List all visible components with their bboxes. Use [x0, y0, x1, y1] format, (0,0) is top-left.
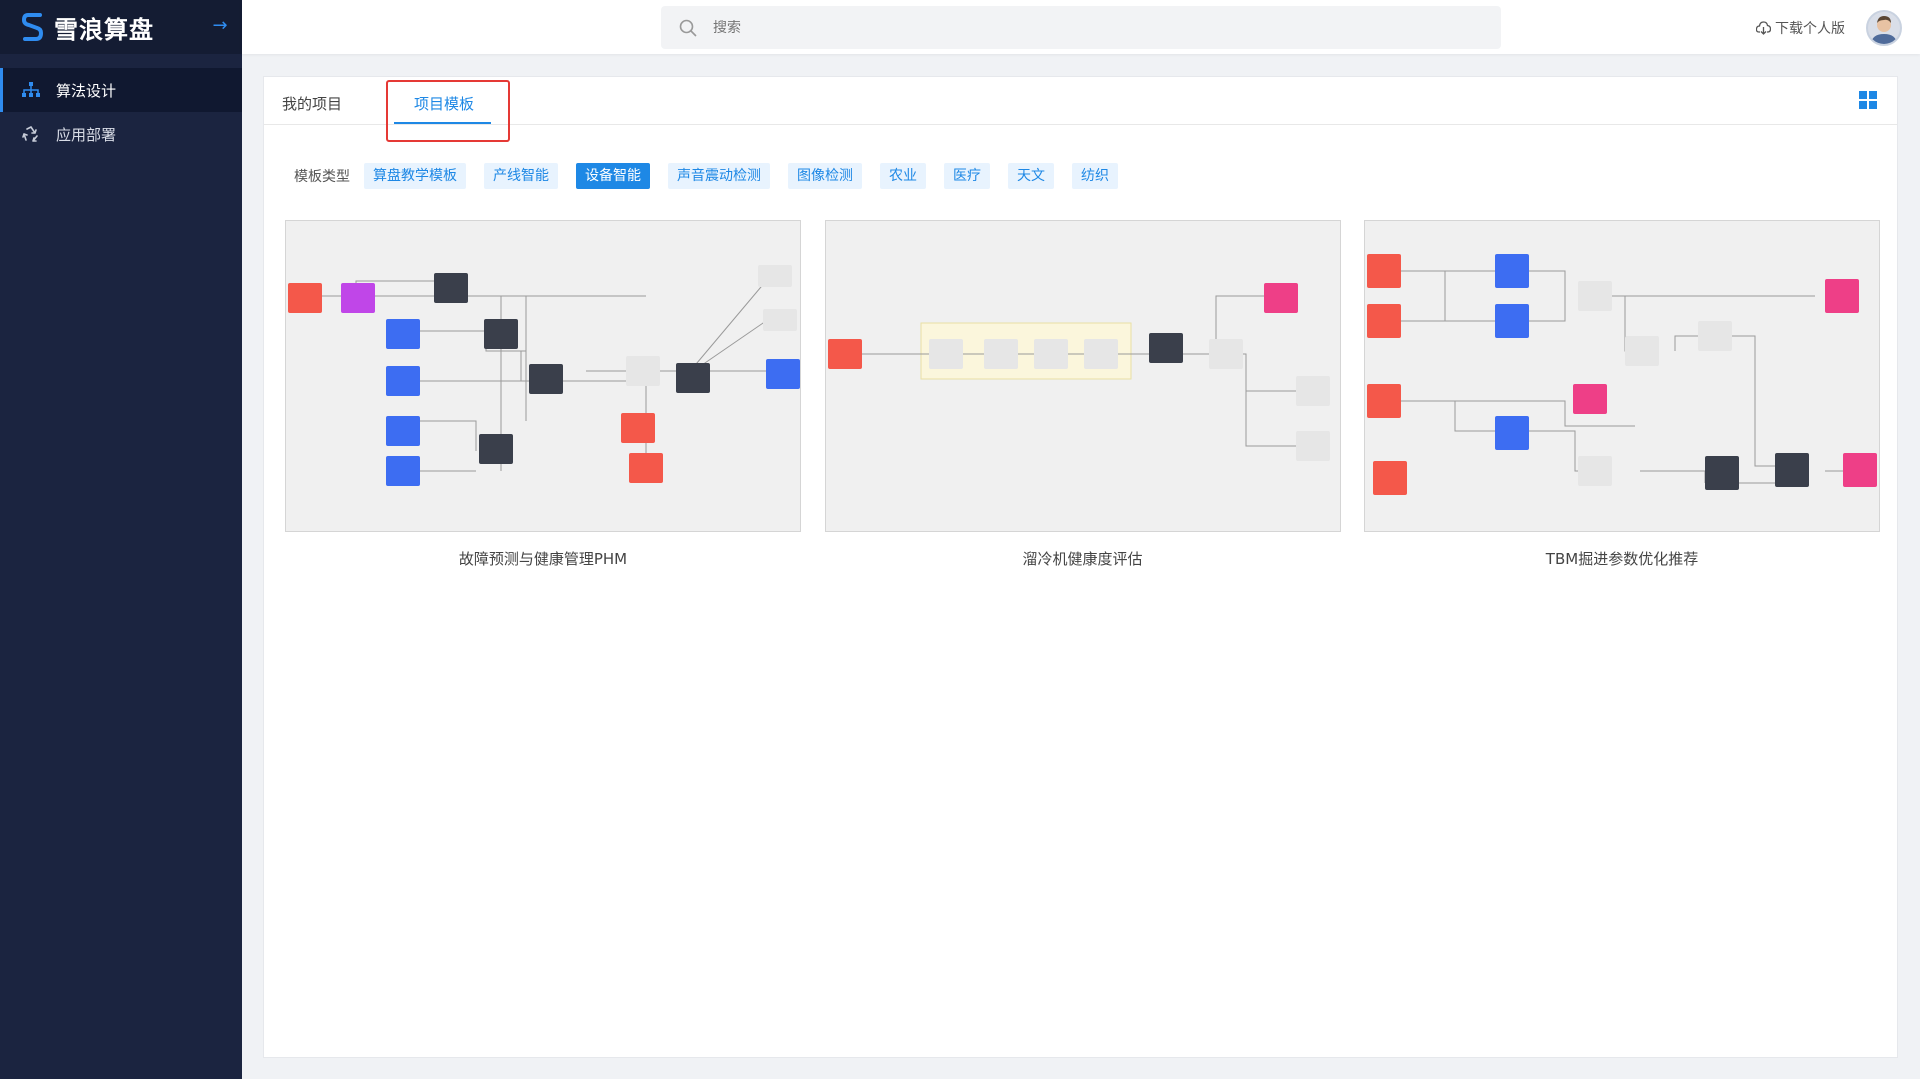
- main-panel: 我的项目 项目模板 模板类型 算盘教学模板 产线智能 设备智能 声音震动检测 图…: [263, 76, 1898, 1058]
- template-thumbnail: [1364, 220, 1880, 532]
- workflow-diagram: [827, 283, 1330, 461]
- search-input[interactable]: [713, 19, 1413, 36]
- template-card[interactable]: 故障预测与健康管理PHM: [285, 220, 801, 569]
- avatar[interactable]: [1866, 10, 1902, 46]
- template-thumbnail: [285, 220, 801, 532]
- filter-chip-medical[interactable]: 医疗: [944, 163, 990, 189]
- app-logo[interactable]: 雪浪算盘 →: [0, 0, 242, 54]
- template-title: TBM掘进参数优化推荐: [1545, 550, 1699, 568]
- search-box[interactable]: [661, 6, 1501, 49]
- workflow-diagram: [1367, 254, 1877, 495]
- sidebar-nav: 算法设计 应用部署: [0, 68, 242, 156]
- template-thumbnail: [824, 220, 1341, 532]
- collapse-arrow-icon[interactable]: →: [210, 16, 230, 36]
- top-bar: 下载个人版: [242, 0, 1920, 54]
- filter-chip-sound-vibration[interactable]: 声音震动检测: [668, 163, 770, 189]
- template-card-list: 故障预测与健康管理PHM 溜冷机健康度评估 TBM掘进参数优化推荐: [285, 220, 1880, 569]
- filter-chip-equipment[interactable]: 设备智能: [576, 163, 650, 189]
- filter-chip-textile[interactable]: 纺织: [1072, 163, 1118, 189]
- user-avatar-icon: [1871, 16, 1897, 44]
- template-title: 故障预测与健康管理PHM: [458, 550, 628, 568]
- logo-icon: [22, 13, 44, 41]
- template-type-filter: 模板类型 算盘教学模板 产线智能 设备智能 声音震动检测 图像检测 农业 医疗 …: [294, 163, 1136, 189]
- filter-chip-astronomy[interactable]: 天文: [1008, 163, 1054, 189]
- template-card[interactable]: TBM掘进参数优化推荐: [1364, 220, 1880, 569]
- tab-my-projects[interactable]: 我的项目: [282, 93, 342, 114]
- recycle-icon: [22, 125, 40, 143]
- workflow-diagram: [288, 265, 800, 486]
- filter-label: 模板类型: [294, 169, 350, 185]
- sidebar-item-label: 算法设计: [56, 81, 117, 100]
- filter-chip-agriculture[interactable]: 农业: [880, 163, 926, 189]
- download-personal-button[interactable]: 下载个人版: [1756, 18, 1845, 38]
- search-icon: [679, 19, 697, 37]
- filter-chip-teaching[interactable]: 算盘教学模板: [364, 163, 466, 189]
- sidebar: 雪浪算盘 → 算法设计 应用部署: [0, 0, 242, 1079]
- app-name: 雪浪算盘: [54, 15, 154, 44]
- download-label: 下载个人版: [1775, 21, 1845, 37]
- cloud-download-icon: [1756, 21, 1771, 35]
- grid-view-icon[interactable]: [1859, 91, 1877, 109]
- filter-chip-image-detection[interactable]: 图像检测: [788, 163, 862, 189]
- sidebar-item-algorithm-design[interactable]: 算法设计: [0, 68, 242, 112]
- template-card[interactable]: 溜冷机健康度评估: [824, 220, 1341, 569]
- template-title: 溜冷机健康度评估: [1022, 550, 1143, 568]
- filter-chip-production-line[interactable]: 产线智能: [484, 163, 558, 189]
- sitemap-icon: [22, 81, 40, 99]
- tab-bar: 我的项目 项目模板: [264, 77, 1897, 142]
- sidebar-item-app-deploy[interactable]: 应用部署: [0, 112, 242, 156]
- sidebar-item-label: 应用部署: [56, 125, 117, 144]
- highlight-box: [386, 80, 510, 142]
